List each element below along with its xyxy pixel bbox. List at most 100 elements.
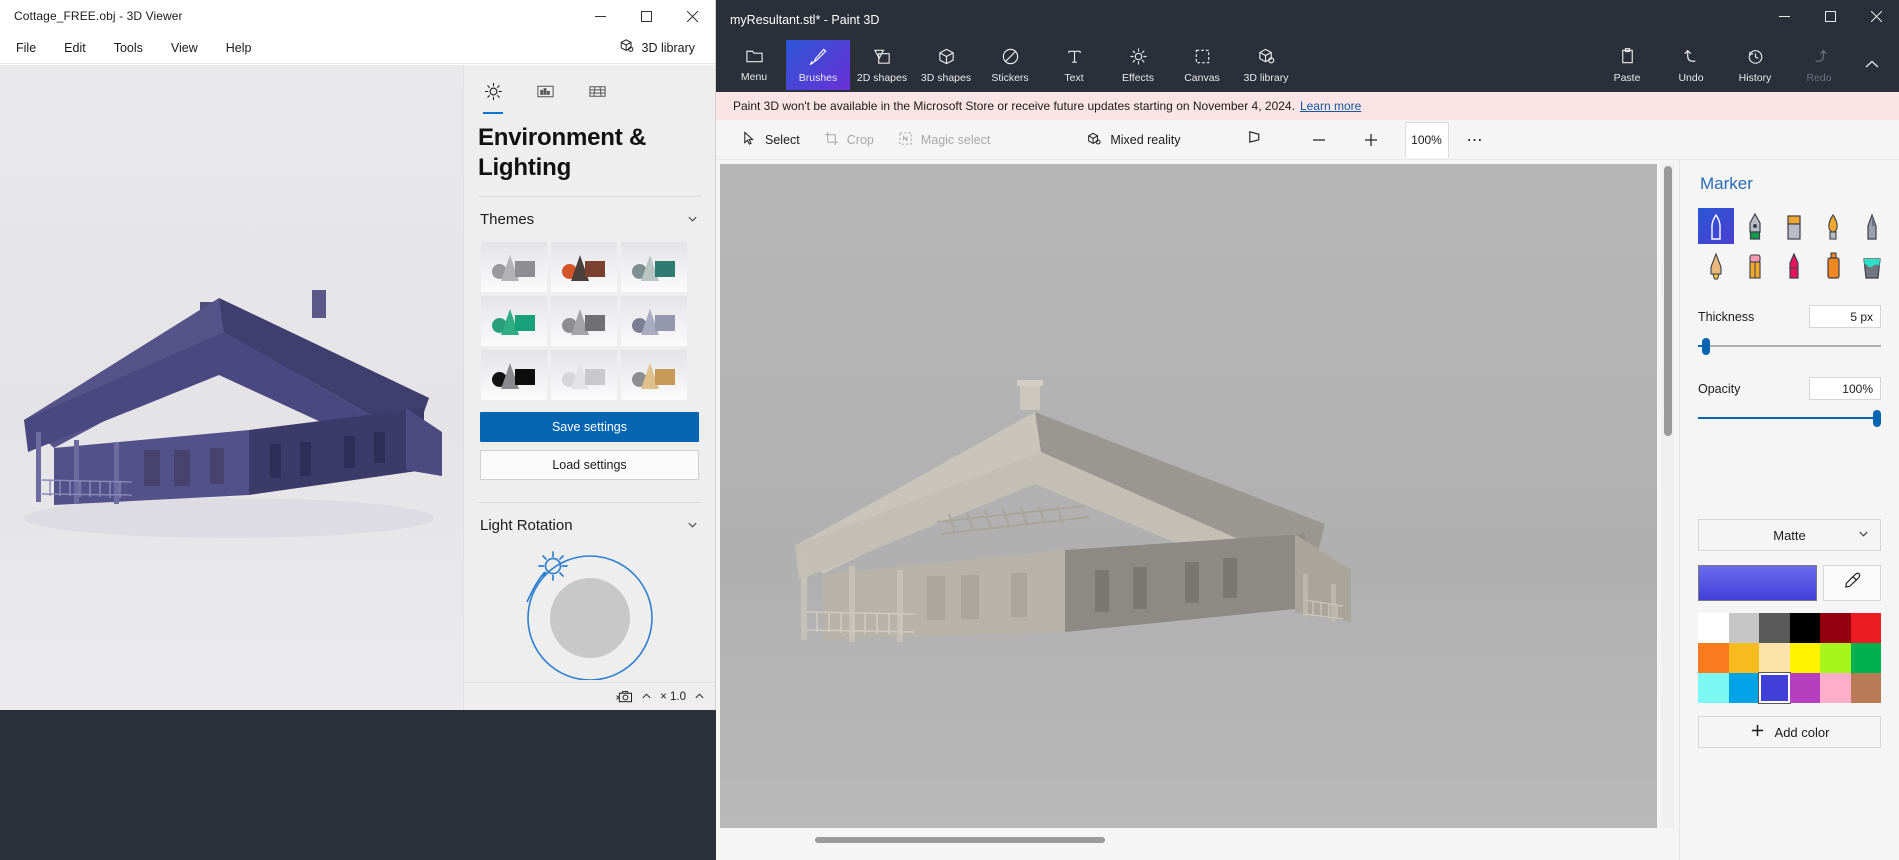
load-settings-button[interactable]: Load settings (480, 450, 699, 481)
theme-thumb[interactable] (621, 242, 687, 293)
color-swatch[interactable] (1789, 643, 1820, 673)
thickness-value[interactable]: 5 px (1809, 305, 1881, 328)
material-dropdown[interactable]: Matte (1698, 519, 1881, 551)
zoom-out-button[interactable] (1301, 124, 1337, 156)
paint3d-canvas[interactable] (720, 164, 1657, 828)
themes-section-header[interactable]: Themes (464, 197, 715, 236)
color-swatch[interactable] (1820, 643, 1851, 673)
camera-icon[interactable] (616, 690, 633, 704)
opacity-slider-thumb[interactable] (1873, 410, 1881, 427)
vertical-scroll-thumb[interactable] (1664, 166, 1672, 436)
3d-view-toggle-button[interactable] (1237, 124, 1273, 156)
toolbar-text[interactable]: Text (1042, 40, 1106, 90)
brush-watercolor[interactable] (1815, 208, 1851, 244)
paint3d-minimize-button[interactable] (1761, 0, 1807, 32)
toolbar-3d-shapes[interactable]: 3D shapes (914, 40, 978, 90)
thickness-slider-thumb[interactable] (1701, 338, 1710, 355)
menu-view[interactable]: View (159, 36, 210, 60)
eyedropper-button[interactable] (1823, 565, 1881, 601)
viewer-close-button[interactable] (669, 0, 715, 32)
toolbar-effects[interactable]: Effects (1106, 40, 1170, 90)
toolbar-menu[interactable]: Menu (722, 40, 786, 90)
color-swatch[interactable] (1728, 643, 1759, 673)
viewer-3d-canvas[interactable] (0, 65, 463, 710)
toolbar-history[interactable]: History (1723, 40, 1787, 90)
color-swatch-selected[interactable] (1758, 672, 1790, 704)
color-swatch[interactable] (1728, 613, 1759, 643)
zoom-in-button[interactable] (1353, 124, 1389, 156)
opacity-value[interactable]: 100% (1809, 377, 1881, 400)
toolbar-stickers[interactable]: Stickers (978, 40, 1042, 90)
cottage-model-gray (795, 380, 1351, 642)
scale-expand-chevron-icon[interactable] (694, 691, 705, 702)
theme-thumb[interactable] (481, 242, 547, 293)
lighting-tab[interactable] (480, 81, 506, 114)
color-swatch[interactable] (1698, 613, 1729, 643)
color-swatch[interactable] (1820, 613, 1851, 643)
menu-help[interactable]: Help (214, 36, 264, 60)
menu-edit[interactable]: Edit (52, 36, 98, 60)
theme-thumb[interactable] (551, 296, 617, 347)
environment-tab[interactable] (532, 81, 558, 107)
brush-oil[interactable] (1776, 208, 1812, 244)
zoom-level-value[interactable]: 100% (1404, 121, 1449, 158)
brush-spray-can[interactable] (1815, 247, 1851, 283)
opacity-slider[interactable] (1698, 409, 1881, 427)
viewer-3d-library-button[interactable]: 3D library (611, 33, 704, 62)
color-swatch[interactable] (1850, 673, 1881, 703)
theme-thumb[interactable] (551, 242, 617, 293)
canvas-vertical-scrollbar[interactable] (1661, 164, 1675, 828)
color-swatch[interactable] (1850, 613, 1881, 643)
banner-learn-more-link[interactable]: Learn more (1300, 99, 1361, 113)
theme-thumb[interactable] (481, 296, 547, 347)
color-swatch[interactable] (1698, 643, 1729, 673)
camera-expand-chevron-icon[interactable] (641, 691, 652, 702)
brush-eraser[interactable] (1737, 247, 1773, 283)
toolbar-undo[interactable]: Undo (1659, 40, 1723, 90)
brush-crayon[interactable] (1776, 247, 1812, 283)
thickness-slider[interactable] (1698, 337, 1881, 355)
toolbar-2d-shapes[interactable]: 2D shapes (850, 40, 914, 90)
menu-tools[interactable]: Tools (102, 36, 155, 60)
mixed-reality-tool[interactable]: Mixed reality (1074, 124, 1192, 156)
brush-marker[interactable] (1698, 208, 1734, 244)
toolbar-canvas[interactable]: Canvas (1170, 40, 1234, 90)
paint3d-close-button[interactable] (1853, 0, 1899, 32)
light-rotation-dial[interactable] (515, 550, 665, 681)
color-swatch[interactable] (1850, 643, 1881, 673)
paint3d-window-controls (1761, 0, 1899, 40)
brush-fill-bucket[interactable] (1854, 247, 1890, 283)
paint3d-maximize-button[interactable] (1807, 0, 1853, 32)
canvas-horizontal-scrollbar[interactable] (720, 834, 1657, 848)
theme-thumb[interactable] (481, 350, 547, 401)
color-swatch[interactable] (1759, 613, 1790, 643)
toolbar-3d-library[interactable]: 3D library (1234, 40, 1298, 90)
toolbar-brushes[interactable]: Brushes (786, 40, 850, 90)
color-swatch[interactable] (1728, 673, 1759, 703)
color-swatch[interactable] (1698, 673, 1729, 703)
save-settings-button[interactable]: Save settings (480, 412, 699, 443)
add-color-button[interactable]: Add color (1698, 716, 1881, 748)
light-rotation-section-header[interactable]: Light Rotation (464, 503, 715, 542)
color-swatch[interactable] (1789, 673, 1820, 703)
brush-pixel-pen[interactable] (1854, 208, 1890, 244)
select-tool[interactable]: Select (730, 124, 812, 156)
theme-thumb[interactable] (551, 350, 617, 401)
theme-thumb[interactable] (621, 350, 687, 401)
brush-pencil[interactable] (1698, 247, 1734, 283)
grid-tab[interactable] (584, 81, 610, 107)
color-swatch[interactable] (1820, 673, 1851, 703)
brush-calligraphy-pen[interactable] (1737, 208, 1773, 244)
menu-file[interactable]: File (4, 36, 48, 60)
more-options-button[interactable]: ⋯ (1457, 124, 1493, 156)
viewer-minimize-button[interactable] (577, 0, 623, 32)
toolbar-collapse-chevron-icon[interactable] (1851, 40, 1893, 90)
current-color-swatch[interactable] (1698, 565, 1817, 601)
horizontal-scroll-thumb[interactable] (815, 837, 1105, 843)
cube-icon (937, 47, 956, 69)
theme-thumb[interactable] (621, 296, 687, 347)
toolbar-paste[interactable]: Paste (1595, 40, 1659, 90)
viewer-maximize-button[interactable] (623, 0, 669, 32)
color-swatch[interactable] (1789, 613, 1820, 643)
color-swatch[interactable] (1759, 643, 1790, 673)
